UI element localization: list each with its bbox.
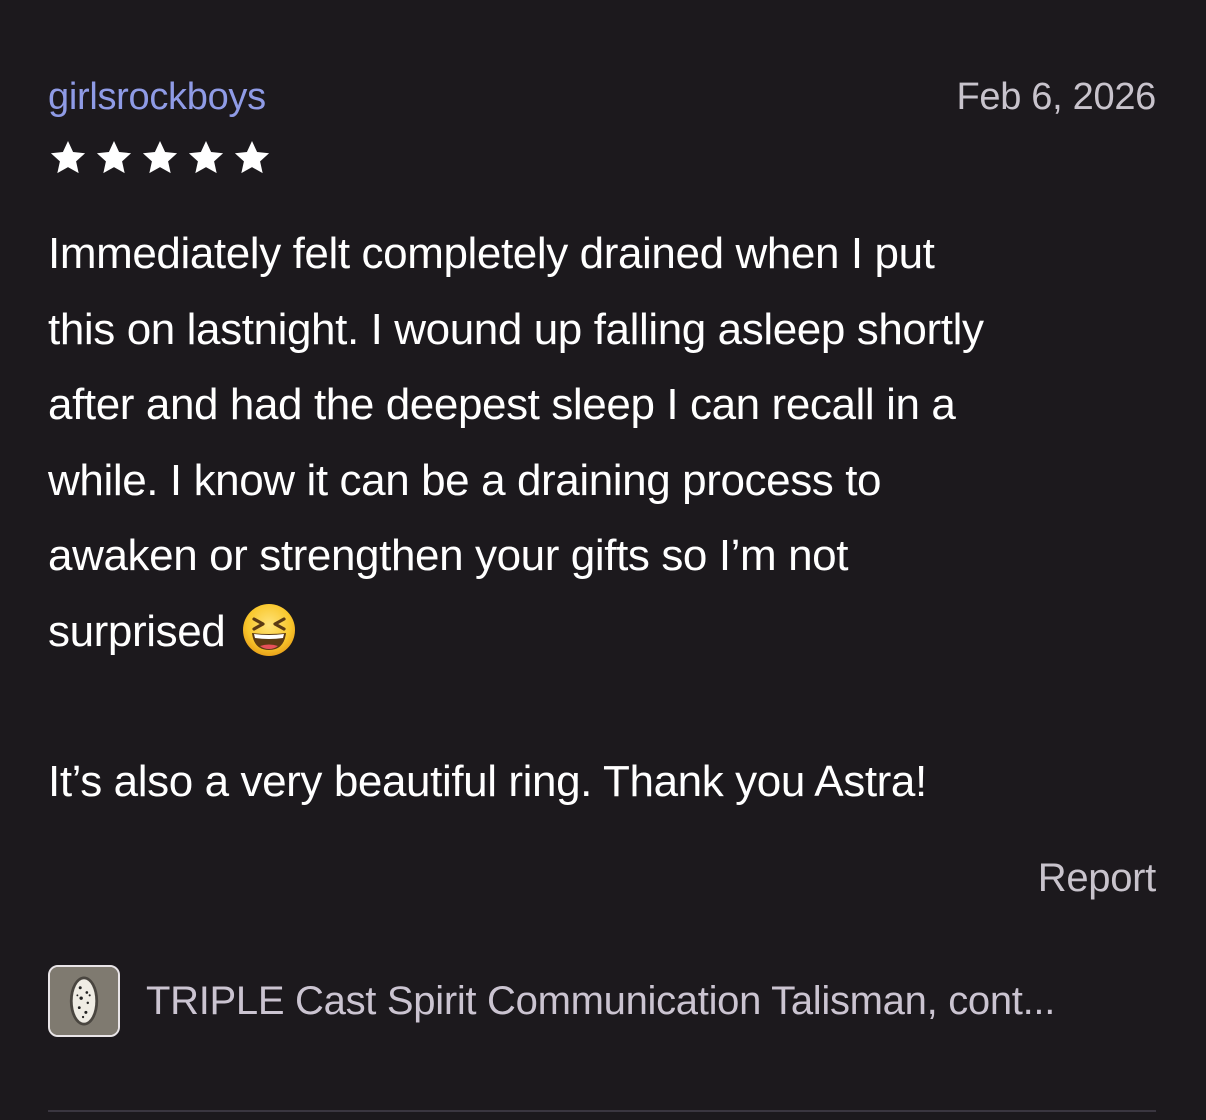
- ring-thumbnail-icon: [48, 965, 120, 1037]
- star-rating: [48, 138, 278, 178]
- review-line: surprised: [48, 606, 226, 656]
- grinning-squinting-face-emoji-icon: [241, 602, 297, 658]
- review-line-last: surprised: [48, 594, 1158, 670]
- product-title[interactable]: TRIPLE Cast Spirit Communication Talisma…: [146, 979, 1055, 1024]
- product-link[interactable]: TRIPLE Cast Spirit Communication Talisma…: [48, 962, 1156, 1040]
- review-paragraph-2: It’s also a very beautiful ring. Thank y…: [48, 757, 927, 806]
- reviewer-username[interactable]: girlsrockboys: [48, 76, 266, 119]
- report-button[interactable]: Report: [1038, 856, 1157, 901]
- star-icon: [140, 138, 186, 178]
- review-line: while. I know it can be a draining proce…: [48, 455, 882, 505]
- review-line: awaken or strengthen your gifts so I’m n…: [48, 531, 849, 580]
- review-paragraph-1: Immediately felt completely drained when…: [48, 216, 1158, 669]
- star-icon: [232, 138, 278, 178]
- star-icon: [186, 138, 232, 178]
- divider: [48, 1110, 1156, 1112]
- review-body: Immediately felt completely drained when…: [48, 216, 1158, 820]
- star-icon: [48, 138, 94, 178]
- review-card: girlsrockboys Feb 6, 2026 Immediately fe…: [0, 0, 1206, 1120]
- review-line: this on lastnight. I wound up falling as…: [48, 304, 984, 354]
- review-header: girlsrockboys Feb 6, 2026: [48, 72, 1156, 122]
- star-icon: [94, 138, 140, 178]
- review-line: Immediately felt completely drained when…: [48, 229, 935, 278]
- review-date: Feb 6, 2026: [956, 75, 1156, 118]
- review-line: after and had the deepest sleep I can re…: [48, 380, 956, 429]
